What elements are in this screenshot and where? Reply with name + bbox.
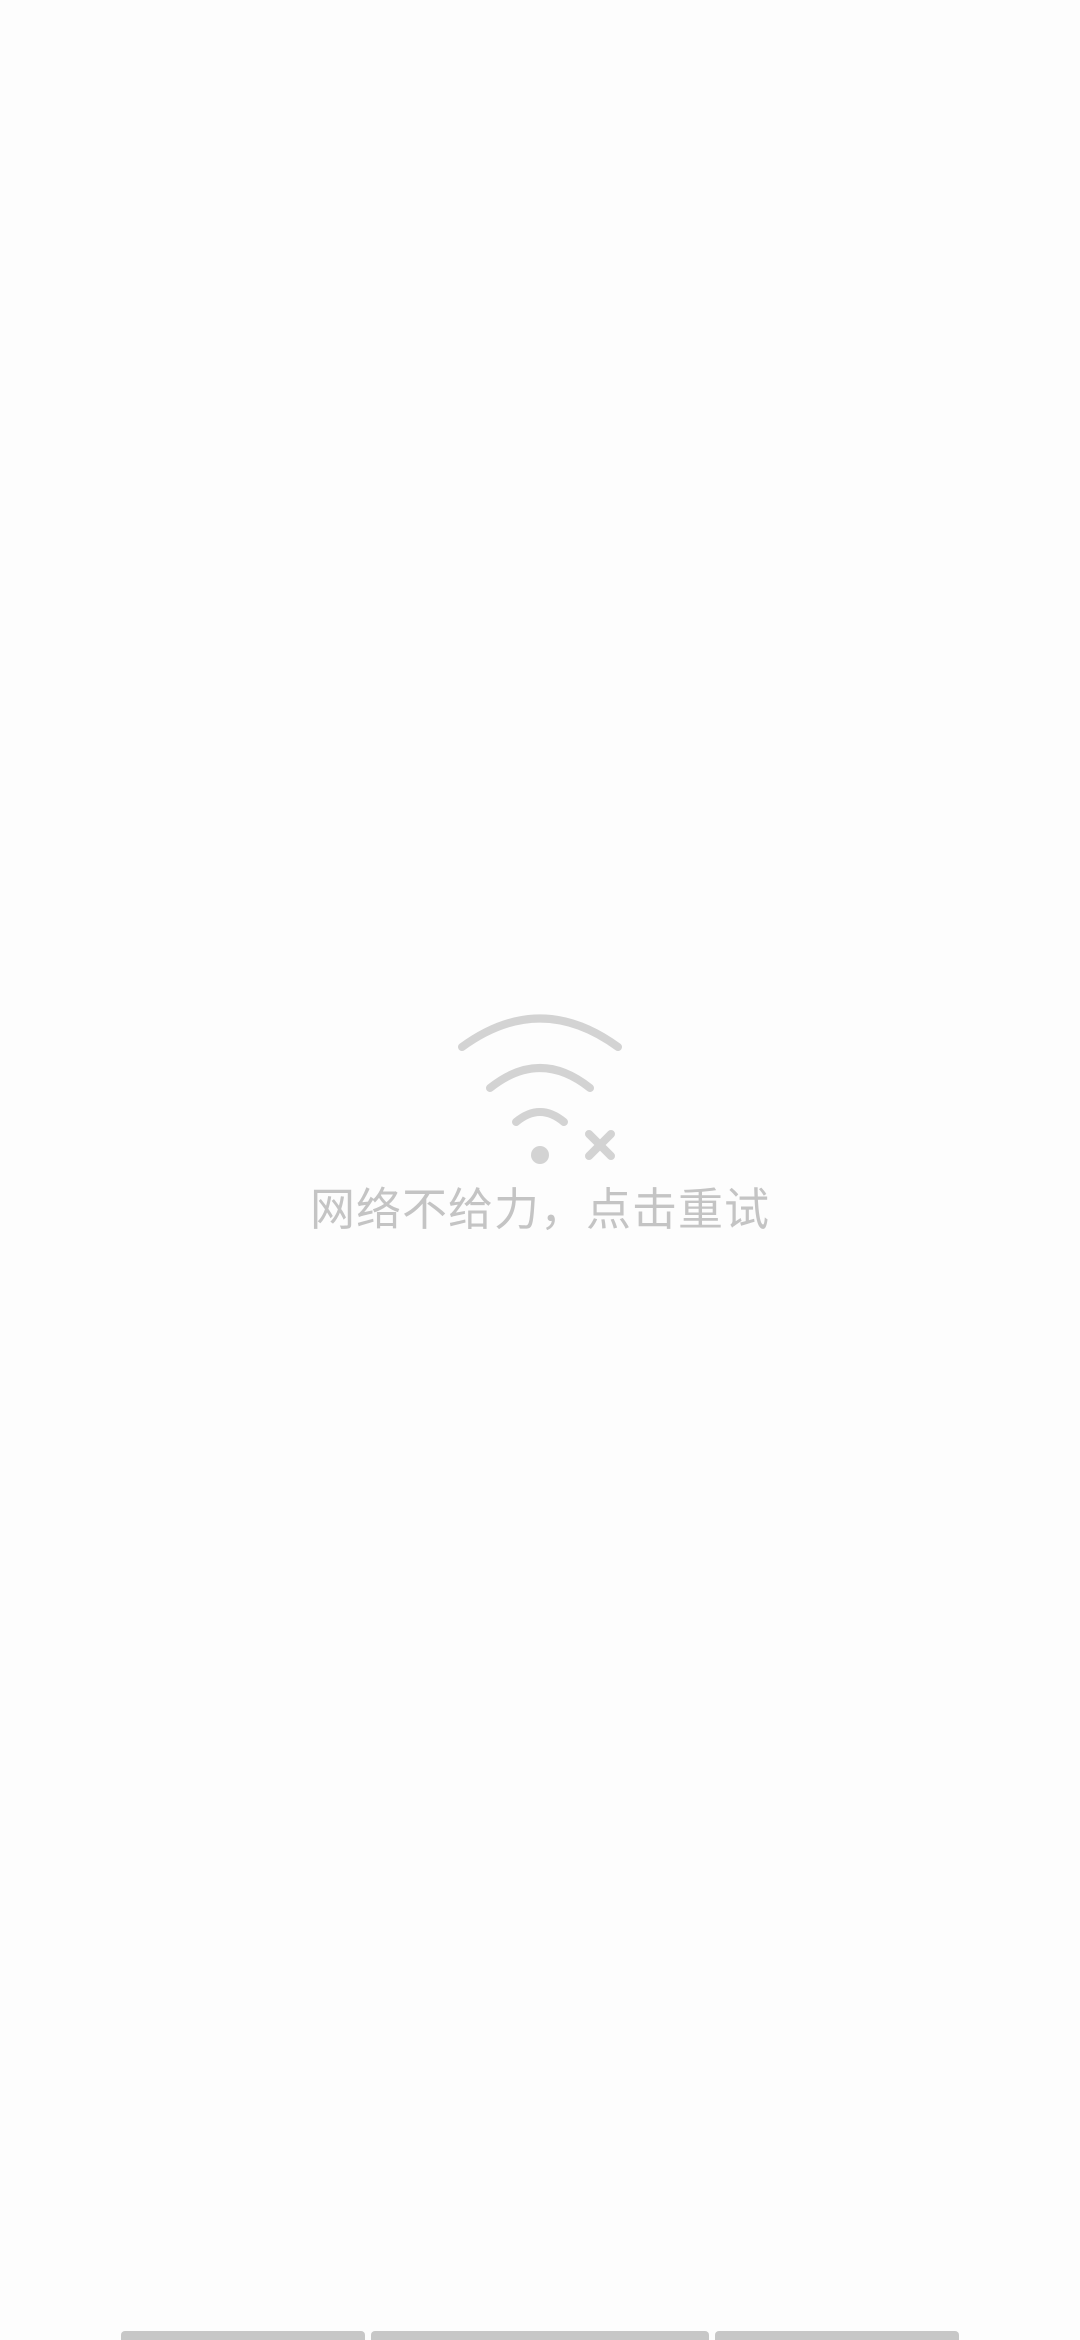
retry-area[interactable]: 网络不给力，点击重试 xyxy=(0,1010,1080,1270)
bottom-bar-left xyxy=(121,2331,365,2340)
wifi-off-icon xyxy=(458,1014,622,1164)
bottom-bar-strip xyxy=(0,2331,1080,2340)
retry-message[interactable]: 网络不给力，点击重试 xyxy=(310,1182,770,1238)
bottom-bar-right xyxy=(715,2331,959,2340)
bottom-bar-center xyxy=(371,2331,709,2340)
